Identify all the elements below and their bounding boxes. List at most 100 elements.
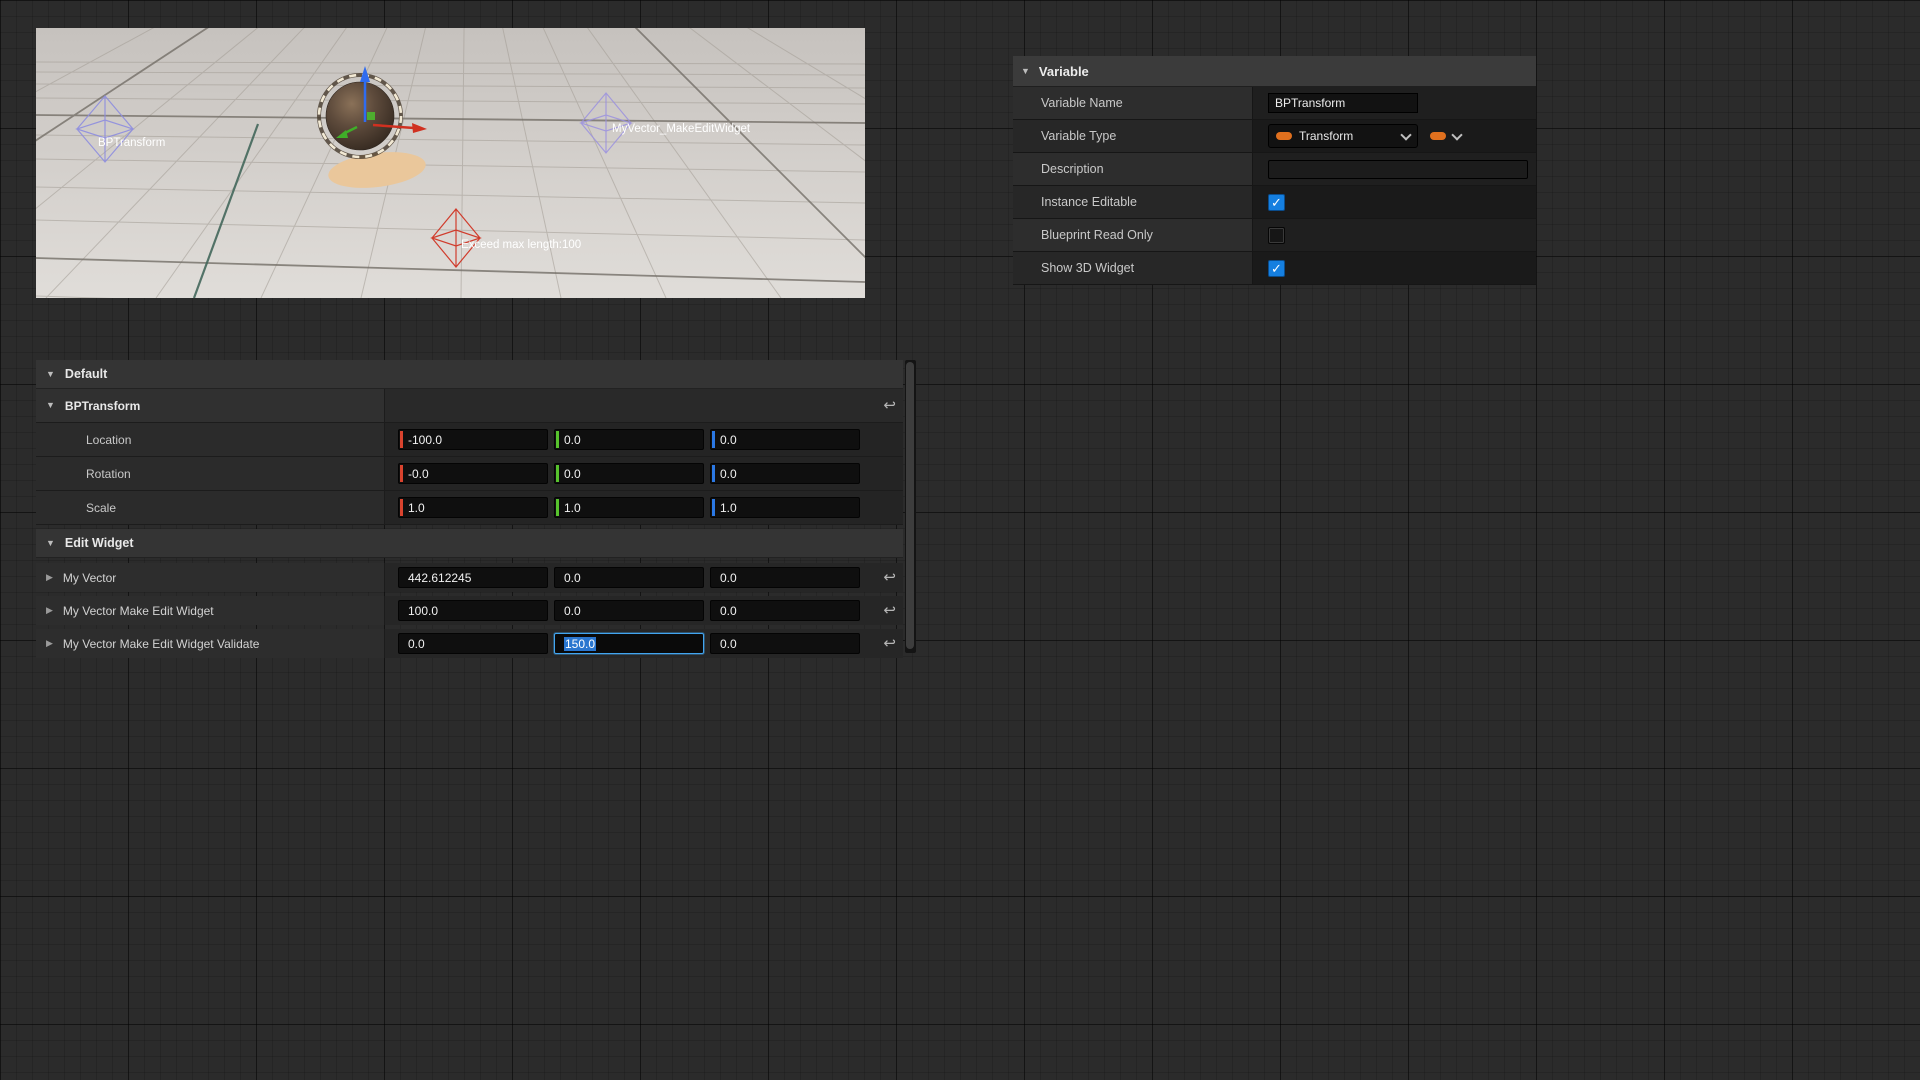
variable-name-row: Variable Name	[1013, 87, 1536, 120]
revert-to-default-icon[interactable]: ↩	[883, 636, 896, 651]
category-header-edit-widget[interactable]: ▼ Edit Widget	[36, 529, 903, 558]
category-default-title: Default	[65, 367, 107, 381]
bptransform-property-row[interactable]: ▼ BPTransform ↩	[36, 389, 903, 423]
location-x-value: -100.0	[408, 433, 442, 447]
x-axis-color-bar	[400, 499, 403, 516]
revert-to-default-icon[interactable]: ↩	[883, 603, 896, 618]
mvmew-y-value: 0.0	[564, 604, 581, 618]
viewport-label-myvector-makeeditwidget: MyVector_MakeEditWidget	[612, 123, 751, 135]
scrollbar-thumb[interactable]	[906, 362, 914, 649]
scale-y-field[interactable]: 1.0	[554, 497, 704, 518]
variable-type-label: Variable Type	[1013, 120, 1253, 153]
viewport-label-exceed-max: Exceed max length:100	[461, 239, 581, 251]
my-vector-make-edit-widget-label: My Vector Make Edit Widget	[63, 604, 214, 618]
container-type-pill-icon	[1430, 132, 1446, 140]
location-z-value: 0.0	[720, 433, 737, 447]
viewport-label-bptransform: BPTransform	[98, 137, 165, 149]
variable-section-header[interactable]: ▼ Variable	[1013, 56, 1536, 87]
variable-name-input[interactable]	[1268, 93, 1418, 113]
collapse-triangle-icon[interactable]: ▼	[1021, 67, 1030, 76]
location-z-field[interactable]: 0.0	[710, 429, 860, 450]
collapse-triangle-icon[interactable]: ▼	[46, 539, 55, 548]
location-row: Location -100.0 0.0 0.0	[36, 423, 903, 457]
revert-to-default-icon[interactable]: ↩	[883, 398, 896, 413]
validate-z-field[interactable]: 0.0	[710, 633, 860, 654]
my-vector-make-edit-widget-row: ▶ My Vector Make Edit Widget 100.0 0.0 0…	[36, 596, 903, 625]
variable-details-panel: ▼ Variable Variable Name Variable Type T…	[1013, 56, 1536, 285]
scale-x-field[interactable]: 1.0	[398, 497, 548, 518]
sphere-mesh[interactable]	[326, 82, 394, 150]
scale-label: Scale	[36, 491, 385, 524]
location-x-field[interactable]: -100.0	[398, 429, 548, 450]
variable-type-value: Transform	[1299, 129, 1353, 143]
x-axis-color-bar	[400, 431, 403, 448]
mvmew-x-field[interactable]: 100.0	[398, 600, 548, 621]
rotation-label: Rotation	[36, 457, 385, 490]
scale-z-field[interactable]: 1.0	[710, 497, 860, 518]
chevron-down-icon	[1451, 129, 1462, 140]
my-vector-make-edit-widget-validate-row: ▶ My Vector Make Edit Widget Validate 0.…	[36, 629, 903, 658]
transform-type-pill-icon	[1276, 132, 1292, 140]
blueprint-read-only-checkbox[interactable]	[1268, 227, 1285, 244]
validate-x-field[interactable]: 0.0	[398, 633, 548, 654]
mvmew-y-field[interactable]: 0.0	[554, 600, 704, 621]
blueprint-read-only-row: Blueprint Read Only	[1013, 219, 1536, 252]
location-y-value: 0.0	[564, 433, 581, 447]
revert-to-default-icon[interactable]: ↩	[883, 570, 896, 585]
my-vector-row: ▶ My Vector 442.612245 0.0 0.0 ↩	[36, 563, 903, 592]
category-edit-widget-title: Edit Widget	[65, 536, 134, 550]
bptransform-property-label: BPTransform	[65, 399, 140, 413]
blueprint-graph-background[interactable]: BPTransform MyVector_MakeEditWidget Exce…	[0, 0, 1920, 1080]
my-vector-z-field[interactable]: 0.0	[710, 567, 860, 588]
collapse-triangle-icon[interactable]: ▼	[46, 401, 55, 410]
rotation-x-field[interactable]: -0.0	[398, 463, 548, 484]
validate-y-value-selected: 150.0	[564, 637, 596, 651]
show-3d-widget-label: Show 3D Widget	[1013, 252, 1253, 285]
my-vector-y-value: 0.0	[564, 571, 581, 585]
rotation-z-field[interactable]: 0.0	[710, 463, 860, 484]
viewport-scene: BPTransform MyVector_MakeEditWidget Exce…	[36, 28, 865, 298]
container-type-dropdown[interactable]	[1430, 132, 1461, 140]
expand-triangle-icon[interactable]: ▶	[46, 639, 53, 648]
y-axis-color-bar	[556, 465, 559, 482]
instance-editable-row: Instance Editable ✓	[1013, 186, 1536, 219]
mvmew-x-value: 100.0	[408, 604, 438, 618]
details-scrollbar[interactable]	[905, 360, 916, 653]
viewport-preview[interactable]: BPTransform MyVector_MakeEditWidget Exce…	[36, 28, 865, 298]
y-axis-color-bar	[556, 499, 559, 516]
my-vector-y-field[interactable]: 0.0	[554, 567, 704, 588]
description-input[interactable]	[1268, 160, 1528, 179]
check-icon: ✓	[1271, 196, 1282, 209]
y-axis-color-bar	[556, 431, 559, 448]
collapse-triangle-icon[interactable]: ▼	[46, 370, 55, 379]
validate-y-field-focused[interactable]: 150.0	[554, 633, 704, 654]
mvmew-z-field[interactable]: 0.0	[710, 600, 860, 621]
instance-editable-label: Instance Editable	[1013, 186, 1253, 219]
viewport-floor	[36, 28, 865, 298]
rotation-y-field[interactable]: 0.0	[554, 463, 704, 484]
show-3d-widget-row: Show 3D Widget ✓	[1013, 252, 1536, 285]
defaults-details-panel: ▼ Default ▼ BPTransform ↩ Location -100.…	[36, 360, 903, 662]
category-header-default[interactable]: ▼ Default	[36, 360, 903, 389]
variable-name-label: Variable Name	[1013, 87, 1253, 120]
show-3d-widget-checkbox[interactable]: ✓	[1268, 260, 1285, 277]
location-label: Location	[36, 423, 385, 456]
z-axis-color-bar	[712, 465, 715, 482]
scale-x-value: 1.0	[408, 501, 425, 515]
instance-editable-checkbox[interactable]: ✓	[1268, 194, 1285, 211]
location-y-field[interactable]: 0.0	[554, 429, 704, 450]
variable-type-dropdown[interactable]: Transform	[1268, 124, 1418, 148]
z-axis-color-bar	[712, 431, 715, 448]
my-vector-x-field[interactable]: 442.612245	[398, 567, 548, 588]
expand-triangle-icon[interactable]: ▶	[46, 573, 53, 582]
gizmo-plane-handle[interactable]	[367, 112, 375, 120]
mvmew-z-value: 0.0	[720, 604, 737, 618]
expand-triangle-icon[interactable]: ▶	[46, 606, 53, 615]
z-axis-color-bar	[712, 499, 715, 516]
validate-x-value: 0.0	[408, 637, 425, 651]
rotation-z-value: 0.0	[720, 467, 737, 481]
scale-z-value: 1.0	[720, 501, 737, 515]
rotation-y-value: 0.0	[564, 467, 581, 481]
description-label: Description	[1013, 153, 1253, 186]
check-icon: ✓	[1271, 262, 1282, 275]
